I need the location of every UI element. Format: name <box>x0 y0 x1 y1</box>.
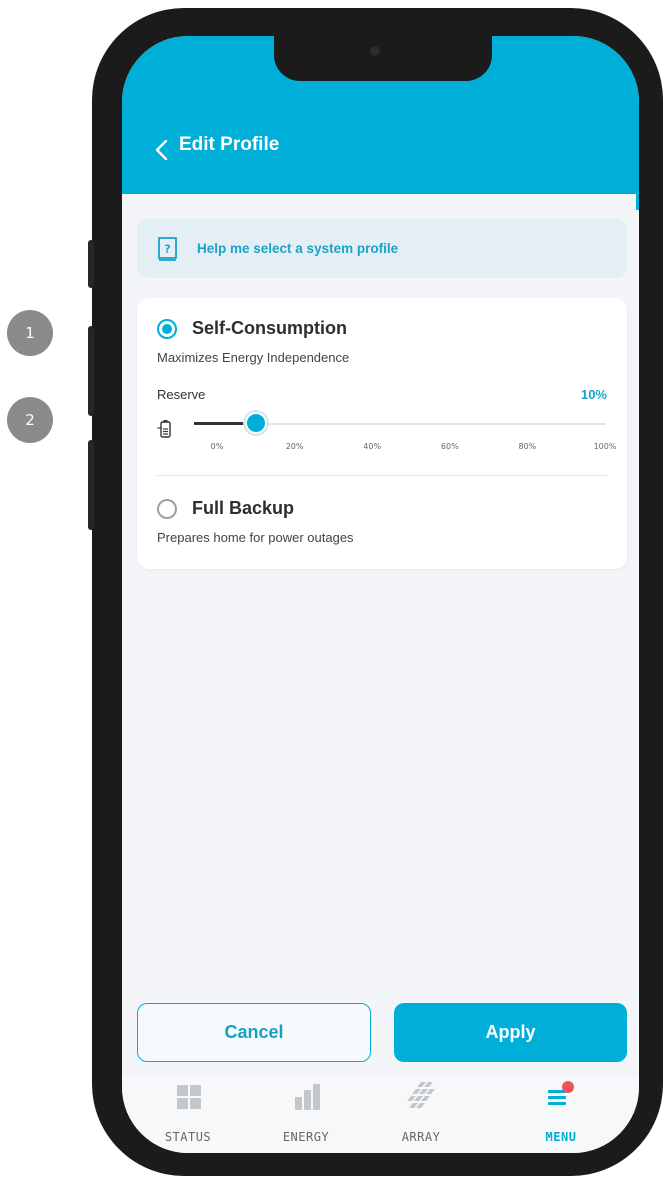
full-backup-radio[interactable] <box>157 499 177 519</box>
phone-frame: Edit Profile ? Help me select a system p… <box>88 8 663 1176</box>
grid-icon <box>177 1085 201 1109</box>
tab-menu[interactable]: MENU <box>511 1076 611 1153</box>
reserve-tick-label: 100% <box>593 442 617 451</box>
bar-chart-icon <box>295 1084 320 1110</box>
step-marker-1: 1 <box>7 310 53 356</box>
scroll-indicator <box>636 190 639 210</box>
tab-array[interactable]: ARRAY <box>371 1076 471 1153</box>
battery-icon <box>157 420 171 438</box>
divider <box>157 475 607 476</box>
reserve-tick-label: 80% <box>518 442 537 451</box>
reserve-tick-label: 20% <box>285 442 304 451</box>
tab-menu-label: MENU <box>545 1130 577 1144</box>
apply-button[interactable]: Apply <box>394 1003 627 1062</box>
step-marker-2: 2 <box>7 397 53 443</box>
help-book-icon: ? <box>158 236 177 261</box>
back-arrow-icon[interactable] <box>146 133 180 167</box>
tab-status-label: STATUS <box>164 1130 212 1144</box>
profile-card: Self-Consumption Maximizes Energy Indepe… <box>137 298 627 569</box>
tab-status[interactable]: STATUS <box>138 1076 238 1153</box>
page-title: Edit Profile <box>179 134 280 155</box>
phone-notch <box>274 36 492 81</box>
phone-side-button <box>88 240 94 288</box>
tab-array-label: ARRAY <box>401 1130 441 1144</box>
tab-energy-label: ENERGY <box>282 1130 330 1144</box>
reserve-tick-label: 0% <box>210 442 224 451</box>
reserve-label: Reserve <box>157 387 206 402</box>
menu-icon <box>548 1081 574 1105</box>
self-consumption-title: Self-Consumption <box>192 318 347 338</box>
self-consumption-subtitle: Maximizes Energy Independence <box>157 350 350 365</box>
self-consumption-radio[interactable] <box>157 319 177 339</box>
camera-icon <box>370 46 380 56</box>
help-text: Help me select a system profile <box>197 241 399 256</box>
help-select-profile-link[interactable]: ? Help me select a system profile <box>137 219 627 278</box>
phone-volume-up <box>88 326 94 416</box>
phone-volume-down <box>88 440 94 530</box>
solar-panel-icon <box>407 1082 435 1108</box>
reserve-value: 10% <box>580 387 607 402</box>
reserve-tick-label: 60% <box>440 442 459 451</box>
reserve-slider-handle[interactable] <box>244 412 267 434</box>
bottom-tab-bar: STATUS ENERGY ARRAY MENU <box>122 1076 639 1153</box>
notification-dot-icon <box>562 1081 574 1093</box>
full-backup-subtitle: Prepares home for power outages <box>157 530 354 545</box>
full-backup-title: Full Backup <box>192 498 295 518</box>
tab-energy[interactable]: ENERGY <box>256 1076 356 1153</box>
reserve-tick-label: 40% <box>363 442 382 451</box>
svg-text:?: ? <box>164 242 170 255</box>
phone-screen: Edit Profile ? Help me select a system p… <box>122 36 639 1153</box>
cancel-button[interactable]: Cancel <box>137 1003 371 1062</box>
